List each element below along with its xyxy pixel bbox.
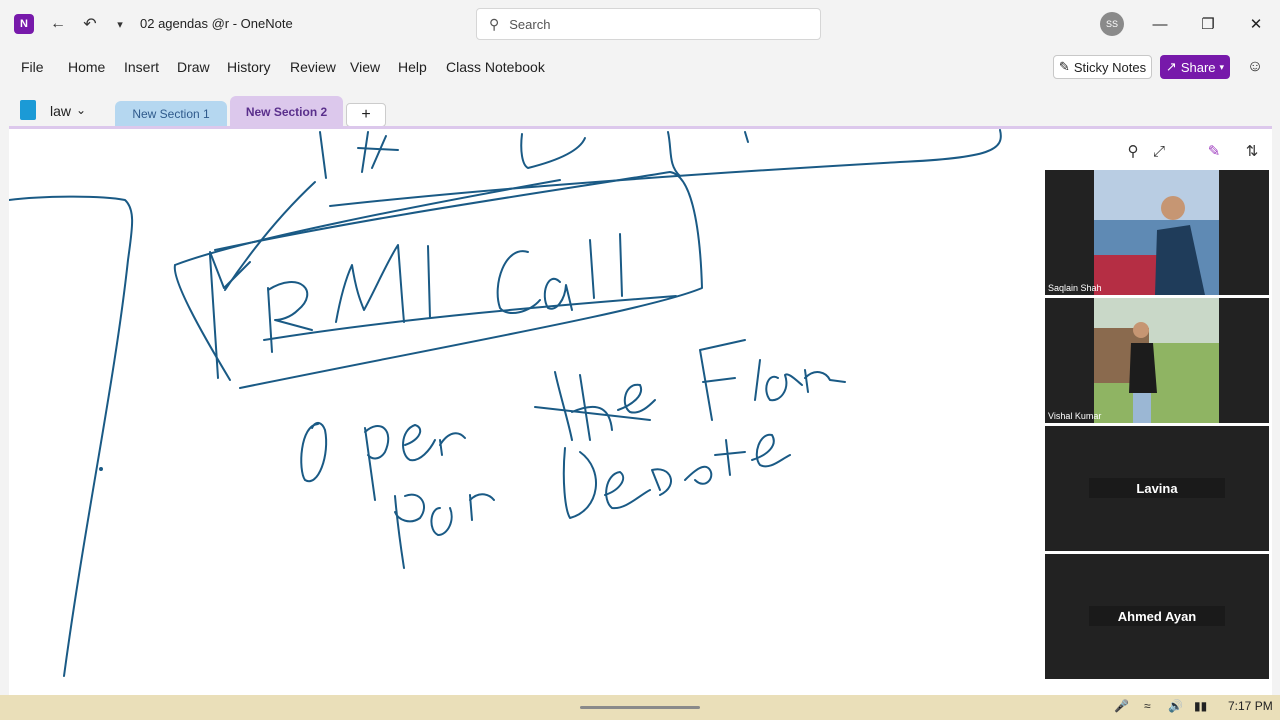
microphone-icon[interactable]: 🎤 bbox=[1114, 699, 1129, 713]
title-bar: N ← ↶ ▾ 02 agendas @r - OneNote ⚲ Search… bbox=[0, 0, 1280, 48]
quick-access-dropdown-icon[interactable]: ▾ bbox=[108, 12, 132, 36]
search-placeholder: Search bbox=[509, 16, 551, 32]
taskbar: 🎤 ≈ 🔊 ▮▮ 7:17 PM bbox=[0, 695, 1280, 720]
home-handle[interactable] bbox=[580, 706, 700, 709]
account-avatar[interactable]: SS bbox=[1100, 12, 1124, 36]
menu-home[interactable]: Home bbox=[68, 59, 105, 75]
tab-new-section-2[interactable]: New Section 2 bbox=[230, 96, 343, 128]
share-label: Share bbox=[1180, 59, 1216, 75]
share-button[interactable]: ↗ Share ▾ bbox=[1160, 55, 1230, 79]
edit-icon[interactable]: ✎ bbox=[1203, 140, 1225, 162]
menu-history[interactable]: History bbox=[227, 59, 271, 75]
menu-insert[interactable]: Insert bbox=[124, 59, 159, 75]
participant-tile[interactable]: Vishal Kumar bbox=[1045, 298, 1269, 423]
participant-video bbox=[1094, 170, 1219, 295]
search-icon[interactable]: ⚲ bbox=[1122, 140, 1144, 162]
volume-icon[interactable]: 🔊 bbox=[1168, 699, 1183, 713]
menu-help[interactable]: Help bbox=[398, 59, 427, 75]
clock[interactable]: 7:17 PM bbox=[1228, 699, 1273, 713]
notebook-name[interactable]: law bbox=[50, 103, 71, 119]
chevron-down-icon[interactable]: ⌄ bbox=[76, 103, 86, 117]
participant-name: Ahmed Ayan bbox=[1089, 606, 1225, 626]
expand-icon[interactable]: ⤢ bbox=[1148, 140, 1170, 162]
battery-icon[interactable]: ▮▮ bbox=[1194, 699, 1207, 713]
participant-name: Saqlain Shah bbox=[1048, 283, 1102, 293]
feedback-icon[interactable]: ☺ bbox=[1244, 56, 1266, 78]
tab-new-section-1[interactable]: New Section 1 bbox=[115, 101, 227, 127]
wifi-icon[interactable]: ≈ bbox=[1144, 699, 1151, 713]
search-box[interactable]: ⚲ Search bbox=[476, 8, 821, 40]
sticky-note-icon: ✎ bbox=[1058, 59, 1070, 74]
participant-tile[interactable]: Saqlain Shah bbox=[1045, 170, 1269, 295]
sort-icon[interactable]: ⇅ bbox=[1241, 140, 1263, 162]
notebook-icon[interactable] bbox=[20, 100, 36, 120]
restore-icon[interactable]: ❐ bbox=[1196, 12, 1220, 36]
participant-tile[interactable]: Ahmed Ayan bbox=[1045, 554, 1269, 679]
back-arrow-icon[interactable]: ← bbox=[46, 12, 70, 36]
sticky-notes-button[interactable]: ✎ Sticky Notes bbox=[1053, 55, 1152, 79]
search-icon: ⚲ bbox=[489, 15, 500, 32]
onenote-app-icon: N bbox=[14, 14, 34, 34]
close-icon[interactable]: ✕ bbox=[1244, 12, 1268, 36]
meeting-panel-toolbar: ⚲ ⤢ ✎ ⇅ bbox=[1045, 135, 1272, 165]
menu-class-notebook[interactable]: Class Notebook bbox=[446, 59, 545, 75]
menu-review[interactable]: Review bbox=[290, 59, 336, 75]
undo-icon[interactable]: ↶ bbox=[78, 12, 102, 36]
sticky-notes-label: Sticky Notes bbox=[1073, 59, 1147, 75]
participant-video bbox=[1094, 298, 1219, 423]
menu-view[interactable]: View bbox=[350, 59, 380, 75]
menu-draw[interactable]: Draw bbox=[177, 59, 210, 75]
participant-name: Vishal Kumar bbox=[1048, 411, 1102, 421]
menu-file[interactable]: File bbox=[21, 59, 44, 75]
participant-tile[interactable]: Lavina bbox=[1045, 426, 1269, 551]
minimize-icon[interactable]: — bbox=[1148, 12, 1172, 36]
page-canvas[interactable]: ⚲ ⤢ ✎ ⇅ Saqlain Shah Vishal Kumar Lavina… bbox=[9, 129, 1272, 695]
window-title: 02 agendas @r - OneNote bbox=[140, 16, 293, 31]
handwriting-ink bbox=[9, 129, 1002, 677]
participant-name: Lavina bbox=[1089, 478, 1225, 498]
chevron-down-icon: ▾ bbox=[1219, 61, 1225, 72]
add-section-button[interactable]: + bbox=[346, 103, 386, 127]
share-icon: ↗ bbox=[1165, 59, 1177, 74]
